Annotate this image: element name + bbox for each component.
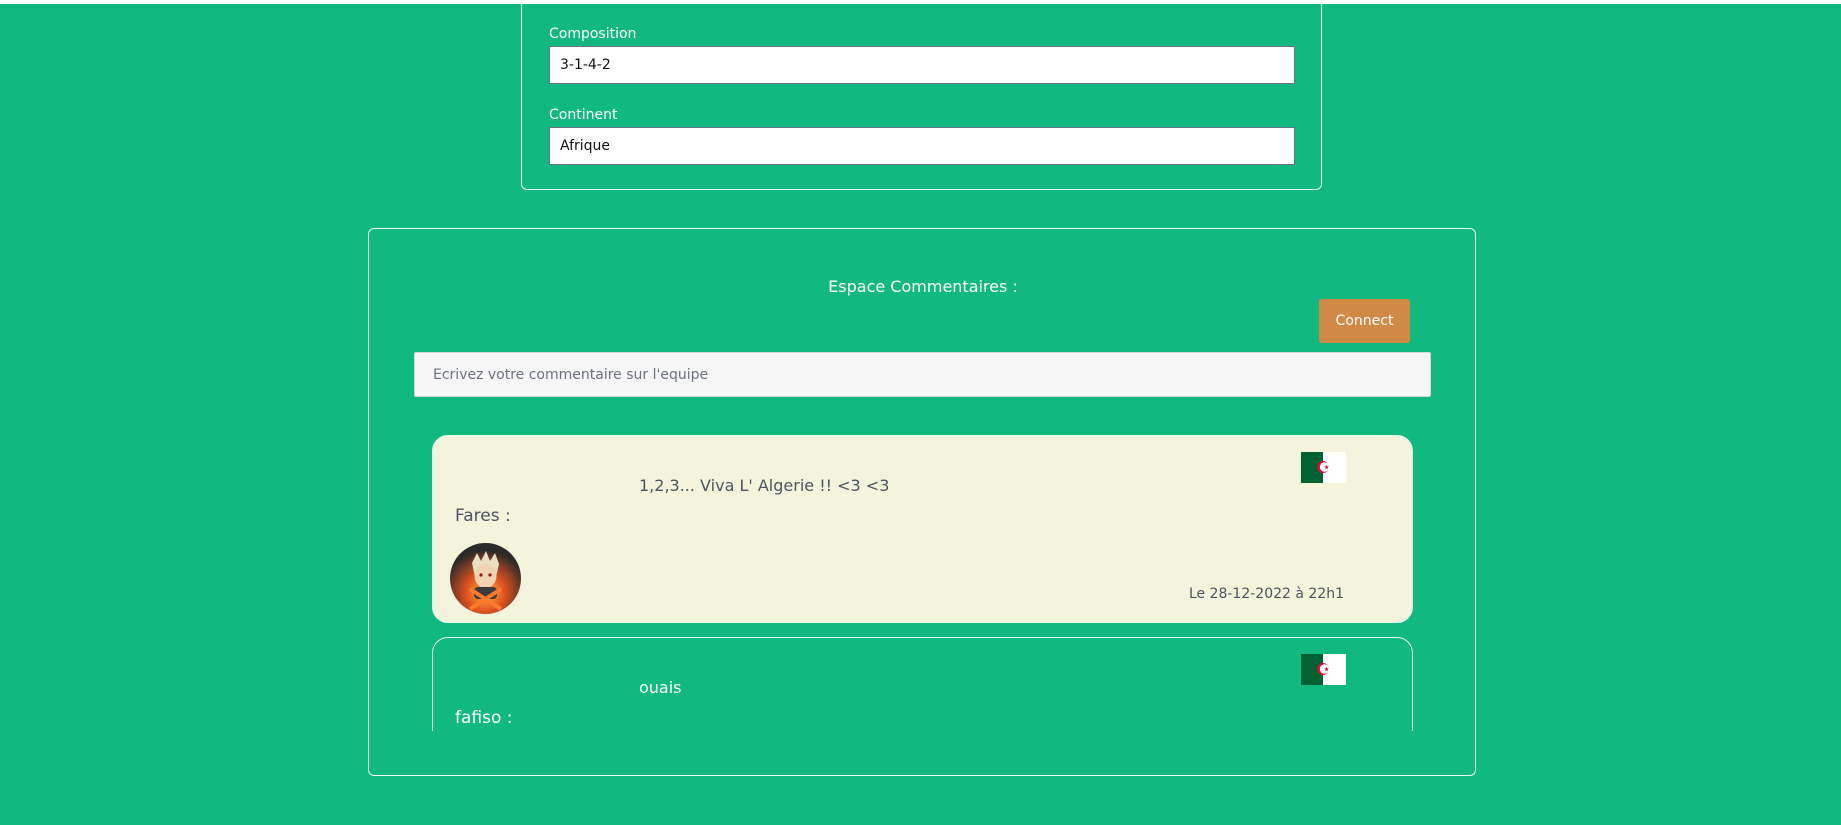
comment-item: 1,2,3... Viva L' Algerie !! <3 <3 Fares … xyxy=(432,435,1413,623)
connect-button[interactable]: Connect xyxy=(1319,299,1410,343)
algeria-flag-icon xyxy=(1301,452,1346,483)
comment-list[interactable]: 1,2,3... Viva L' Algerie !! <3 <3 Fares … xyxy=(369,429,1475,731)
comment-item: ouais fafiso : xyxy=(432,637,1413,731)
comments-section: Espace Commentaires : Connect 1,2,3... V… xyxy=(368,228,1476,776)
comment-text: 1,2,3... Viva L' Algerie !! <3 <3 xyxy=(639,476,890,495)
comment-input[interactable] xyxy=(414,352,1431,397)
comments-title: Espace Commentaires : xyxy=(828,277,1018,296)
continent-field[interactable] xyxy=(549,127,1295,165)
continent-label: Continent xyxy=(549,107,618,123)
comment-date: Le 28-12-2022 à 22h1 xyxy=(1188,586,1344,602)
algeria-flag-icon xyxy=(1301,654,1346,685)
comment-author: Fares : xyxy=(455,506,511,526)
comment-text: ouais xyxy=(639,678,682,697)
comment-author: fafiso : xyxy=(455,708,513,728)
user-avatar xyxy=(450,543,521,614)
team-info-card: Composition Continent xyxy=(521,0,1322,190)
composition-field[interactable] xyxy=(549,46,1295,84)
composition-label: Composition xyxy=(549,26,637,42)
